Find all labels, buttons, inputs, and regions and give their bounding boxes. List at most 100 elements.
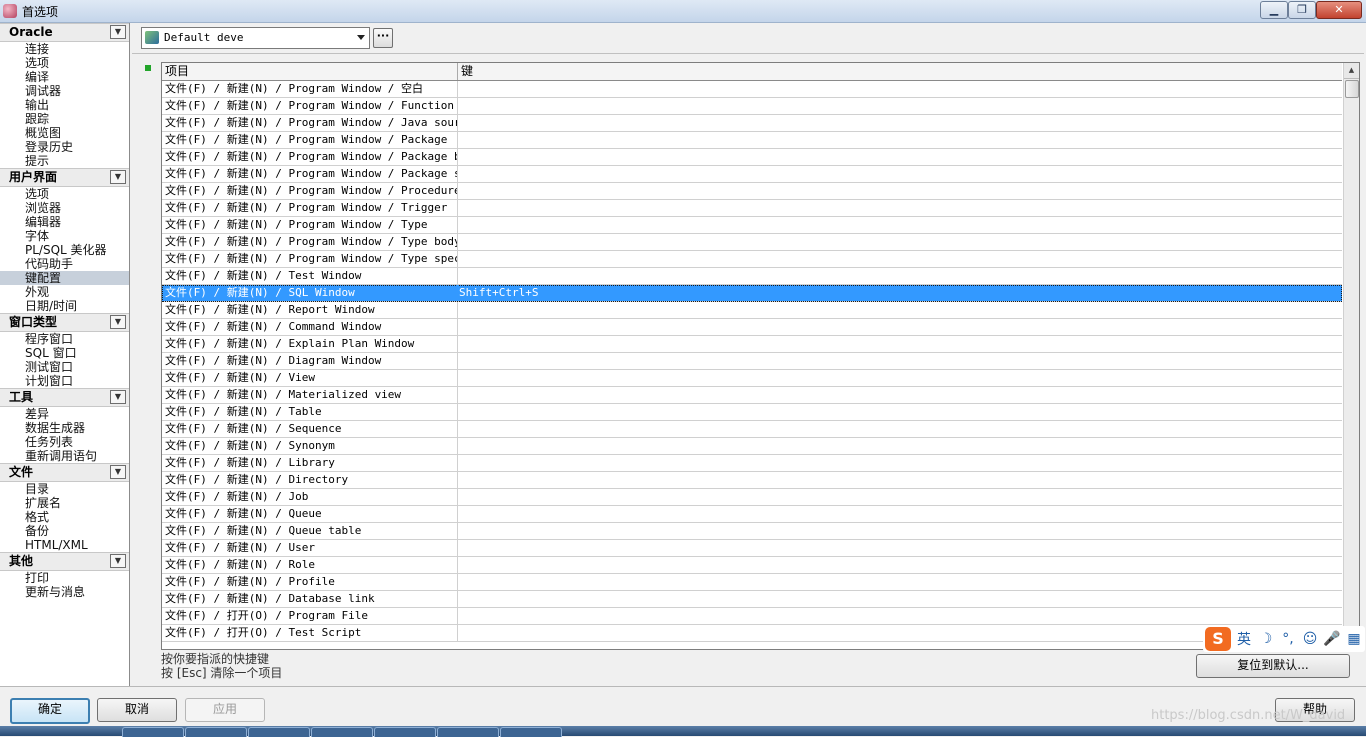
table-row[interactable]: 文件(F) / 新建(N) / Profile (162, 574, 1342, 591)
table-row[interactable]: 文件(F) / 新建(N) / Table (162, 404, 1342, 421)
nav-item[interactable]: 浏览器 (0, 201, 129, 215)
table-row[interactable]: 文件(F) / 新建(N) / User (162, 540, 1342, 557)
chevron-down-icon[interactable]: ▼ (110, 390, 126, 404)
nav-item[interactable]: 备份 (0, 524, 129, 538)
nav-section-header[interactable]: Oracle ▼ (0, 23, 129, 42)
table-row[interactable]: 文件(F) / 新建(N) / Program Window / Type sp… (162, 251, 1342, 268)
nav-item[interactable]: 提示 (0, 154, 129, 168)
nav-item[interactable]: 调试器 (0, 84, 129, 98)
nav-item[interactable]: 外观 (0, 285, 129, 299)
row-key-cell[interactable] (458, 404, 1339, 420)
column-header-item[interactable]: 项目 (162, 63, 458, 80)
row-key-cell[interactable] (458, 472, 1339, 488)
nav-item[interactable]: 字体 (0, 229, 129, 243)
chevron-down-icon[interactable]: ▼ (110, 170, 126, 184)
nav-item[interactable]: 格式 (0, 510, 129, 524)
row-key-cell[interactable] (458, 608, 1339, 624)
table-row[interactable]: 文件(F) / 打开(O) / Test Script (162, 625, 1342, 642)
chevron-down-icon[interactable]: ▼ (110, 554, 126, 568)
nav-item[interactable]: 输出 (0, 98, 129, 112)
nav-item[interactable]: 扩展名 (0, 496, 129, 510)
row-key-cell[interactable] (458, 319, 1339, 335)
table-row[interactable]: 文件(F) / 新建(N) / Test Window (162, 268, 1342, 285)
table-row[interactable]: 文件(F) / 新建(N) / Program Window / Java so… (162, 115, 1342, 132)
table-row[interactable]: 文件(F) / 新建(N) / View (162, 370, 1342, 387)
table-row[interactable]: 文件(F) / 新建(N) / Program Window / Package (162, 132, 1342, 149)
sogou-logo-icon[interactable]: S (1205, 627, 1231, 651)
reset-default-button[interactable]: 复位到默认... (1196, 654, 1350, 678)
chevron-down-icon[interactable]: ▼ (110, 25, 126, 39)
row-key-cell[interactable] (458, 489, 1339, 505)
nav-item[interactable]: 日期/时间 (0, 299, 129, 313)
apply-button[interactable]: 应用 (185, 698, 265, 722)
row-key-cell[interactable] (458, 421, 1339, 437)
row-key-cell[interactable] (458, 387, 1339, 403)
row-key-cell[interactable] (458, 336, 1339, 352)
row-key-cell[interactable] (458, 149, 1339, 165)
table-row[interactable]: 文件(F) / 新建(N) / Role (162, 557, 1342, 574)
row-key-cell[interactable] (458, 370, 1339, 386)
table-row[interactable]: 文件(F) / 新建(N) / Library (162, 455, 1342, 472)
close-button[interactable]: ✕ (1316, 1, 1362, 19)
minimize-button[interactable]: ▁ (1260, 1, 1288, 19)
row-key-cell[interactable]: Shift+Ctrl+S (458, 285, 1339, 301)
row-key-cell[interactable] (458, 506, 1339, 522)
row-key-cell[interactable] (458, 268, 1339, 284)
nav-item[interactable]: 登录历史 (0, 140, 129, 154)
row-key-cell[interactable] (458, 115, 1339, 131)
nav-section-header[interactable]: 窗口类型 ▼ (0, 313, 129, 332)
table-row[interactable]: 文件(F) / 新建(N) / Program Window / Package… (162, 166, 1342, 183)
nav-item[interactable]: HTML/XML (0, 538, 129, 552)
row-key-cell[interactable] (458, 353, 1339, 369)
row-key-cell[interactable] (458, 183, 1339, 199)
row-key-cell[interactable] (458, 302, 1339, 318)
row-key-cell[interactable] (458, 438, 1339, 454)
table-row[interactable]: 文件(F) / 新建(N) / Directory (162, 472, 1342, 489)
nav-section-header[interactable]: 用户界面 ▼ (0, 168, 129, 187)
scroll-thumb[interactable] (1345, 80, 1359, 98)
nav-item[interactable]: 键配置 (0, 271, 129, 285)
row-key-cell[interactable] (458, 98, 1339, 114)
cancel-button[interactable]: 取消 (97, 698, 177, 722)
nav-item[interactable]: PL/SQL 美化器 (0, 243, 129, 257)
row-key-cell[interactable] (458, 81, 1339, 97)
ime-language-toggle[interactable]: 英 (1235, 629, 1253, 649)
table-row[interactable]: 文件(F) / 新建(N) / Synonym (162, 438, 1342, 455)
table-row[interactable]: 文件(F) / 新建(N) / Queue table (162, 523, 1342, 540)
table-row[interactable]: 文件(F) / 新建(N) / Program Window / Type bo… (162, 234, 1342, 251)
microphone-icon[interactable]: 🎤 (1323, 631, 1341, 647)
table-row[interactable]: 文件(F) / 新建(N) / Program Window / Type (162, 217, 1342, 234)
table-row[interactable]: 文件(F) / 新建(N) / Program Window / Procedu… (162, 183, 1342, 200)
nav-item[interactable]: 编译 (0, 70, 129, 84)
row-key-cell[interactable] (458, 540, 1339, 556)
row-key-cell[interactable] (458, 217, 1339, 233)
row-key-cell[interactable] (458, 557, 1339, 573)
nav-item[interactable]: 目录 (0, 482, 129, 496)
row-key-cell[interactable] (458, 234, 1339, 250)
table-row[interactable]: 文件(F) / 新建(N) / Materialized view (162, 387, 1342, 404)
maximize-button[interactable]: ❐ (1288, 1, 1316, 19)
nav-item[interactable]: 选项 (0, 187, 129, 201)
chevron-down-icon[interactable]: ▼ (110, 315, 126, 329)
table-row[interactable]: 文件(F) / 新建(N) / Diagram Window (162, 353, 1342, 370)
table-row[interactable]: 文件(F) / 新建(N) / Database link (162, 591, 1342, 608)
emoji-icon[interactable]: ☺ (1301, 631, 1319, 647)
nav-item[interactable]: 程序窗口 (0, 332, 129, 346)
ok-button[interactable]: 确定 (10, 698, 90, 724)
nav-item[interactable]: 概览图 (0, 126, 129, 140)
nav-item[interactable]: 连接 (0, 42, 129, 56)
nav-item[interactable]: 测试窗口 (0, 360, 129, 374)
row-key-cell[interactable] (458, 591, 1339, 607)
table-row[interactable]: 文件(F) / 新建(N) / Command Window (162, 319, 1342, 336)
table-row[interactable]: 文件(F) / 新建(N) / Queue (162, 506, 1342, 523)
table-row[interactable]: 文件(F) / 新建(N) / Sequence (162, 421, 1342, 438)
row-key-cell[interactable] (458, 132, 1339, 148)
table-row[interactable]: 文件(F) / 新建(N) / Report Window (162, 302, 1342, 319)
nav-item[interactable]: 更新与消息 (0, 585, 129, 599)
table-row[interactable]: 文件(F) / 新建(N) / Program Window / Functio… (162, 98, 1342, 115)
scroll-up-icon[interactable]: ▲ (1344, 63, 1359, 79)
chevron-down-icon[interactable]: ▼ (110, 465, 126, 479)
vertical-scrollbar[interactable]: ▲ (1343, 63, 1359, 649)
nav-item[interactable]: 选项 (0, 56, 129, 70)
row-key-cell[interactable] (458, 455, 1339, 471)
